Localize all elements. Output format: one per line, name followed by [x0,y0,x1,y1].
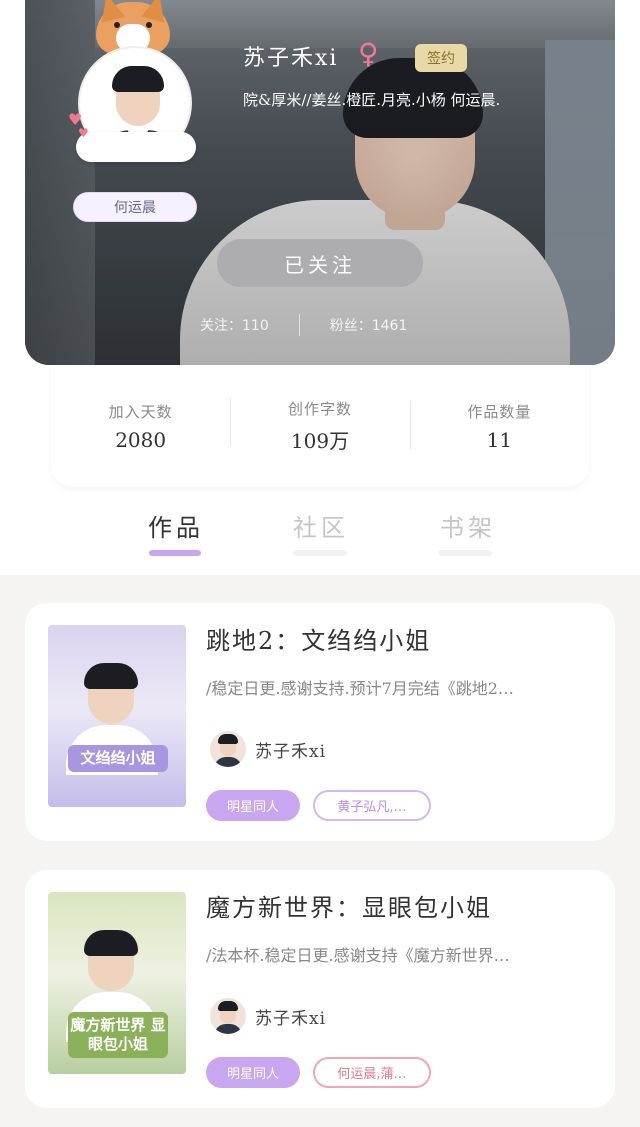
category-tag[interactable]: 明星同人 [206,1057,300,1088]
author-avatar [210,731,246,767]
following-count[interactable]: 关注：110 [200,315,269,335]
book-description: /稳定日更.感谢支持.预计7月完结《跳地2… [206,679,514,698]
stat-label: 作品数量 [467,402,532,421]
stat-word-count: 创作字数 109万 [230,398,409,454]
cloud-decoration-icon [76,132,196,162]
tab-indicator [293,550,347,556]
book-cover[interactable]: 魔方新世界 显眼包小姐 [48,892,186,1074]
profile-tabs: 作品 社区 书架 [0,500,640,575]
stat-works-count: 作品数量 11 [409,400,589,452]
book-card[interactable]: 文绉绉小姐 跳地2：文绉绉小姐 /稳定日更.感谢支持.预计7月完结《跳地2… 苏… [25,603,615,841]
tab-active-indicator [149,550,201,556]
heart-icon: ♥ [78,126,89,140]
book-description: /法本杯.稳定日更.感谢支持《魔方新世界… [206,946,510,965]
avatar-frame[interactable]: ♥ ♥ [68,0,198,172]
book-title[interactable]: 跳地2：文绉绉小姐 [206,621,431,656]
stats-card: 加入天数 2080 创作字数 109万 作品数量 11 [51,365,589,487]
category-tag[interactable]: 明星同人 [206,790,300,821]
followers-count[interactable]: 粉丝：1461 [330,315,408,335]
stat-join-days: 加入天数 2080 [51,401,230,452]
tab-bookshelf[interactable]: 书架 [440,508,496,543]
stat-value: 11 [486,427,513,452]
author-name: 苏子禾xi [255,742,327,762]
stat-label: 创作字数 [287,400,352,418]
stat-label: 加入天数 [108,402,173,421]
author-name: 苏子禾xi [255,1009,327,1029]
character-tag[interactable]: 黄子弘凡,… [313,790,431,821]
signed-badge: 签约 [415,44,467,72]
tab-indicator [438,550,492,556]
book-card[interactable]: 魔方新世界 显眼包小姐 魔方新世界：显眼包小姐 /法本杯.稳定日更.感谢支持《魔… [25,870,615,1108]
bio-text: 院&厚米//姜丝.橙匠.月亮.小杨 何运晨. [243,91,501,109]
stat-value: 109万 [290,429,350,453]
female-icon: ♀ [358,37,379,70]
book-title[interactable]: 魔方新世界：显眼包小姐 [206,888,492,923]
tab-works[interactable]: 作品 [148,508,204,543]
nickname-tag[interactable]: 何运晨 [73,192,197,222]
cover-title: 文绉绉小姐 [68,745,168,772]
divider [298,314,300,336]
corgi-frame-icon [95,0,171,54]
follow-button[interactable]: 已关注 [217,239,423,287]
book-cover[interactable]: 文绉绉小姐 [48,625,186,807]
stat-value: 2080 [115,427,167,452]
author-avatar [210,998,246,1034]
username: 苏子禾xi [243,46,339,71]
cover-title: 魔方新世界 显眼包小姐 [68,1012,168,1058]
tab-community[interactable]: 社区 [293,508,349,543]
follow-counts: 关注：110 粉丝：1461 [200,314,407,336]
character-tag[interactable]: 何运晨,蒲… [313,1057,431,1088]
